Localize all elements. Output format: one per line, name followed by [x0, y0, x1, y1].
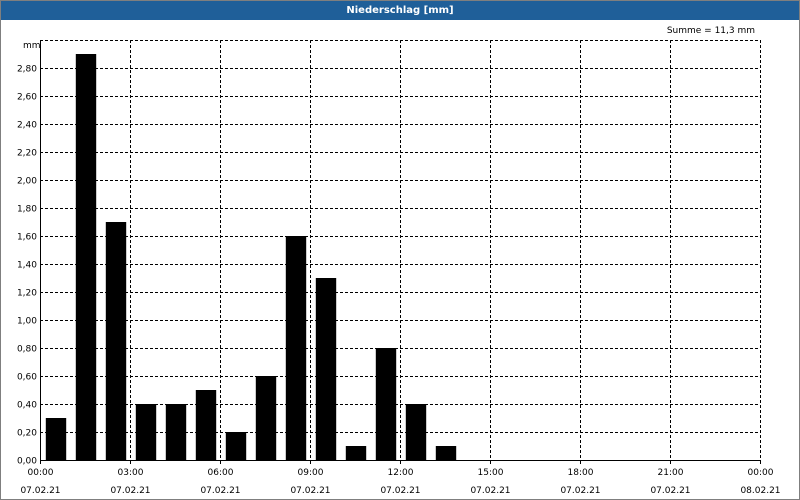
- x-tick-date-label: 07.02.21: [470, 486, 510, 496]
- x-tick-time-label: 00:00: [28, 468, 54, 478]
- precipitation-bar: [195, 390, 217, 460]
- precipitation-bar: [405, 404, 427, 460]
- x-tick-date-label: 07.02.21: [290, 486, 330, 496]
- y-tick-label: 1,00: [17, 317, 37, 327]
- y-tick-label: 2,40: [17, 121, 37, 131]
- precipitation-bar: [345, 446, 367, 460]
- precipitation-bar: [225, 432, 247, 460]
- x-tick-time-label: 09:00: [298, 468, 324, 478]
- y-axis-unit-label: mm: [23, 41, 41, 51]
- x-tick-time-label: 21:00: [658, 468, 684, 478]
- precipitation-bar: [165, 404, 187, 460]
- x-tick-date-label: 07.02.21: [650, 486, 690, 496]
- precipitation-bar: [105, 222, 127, 460]
- x-tick-date-label: 07.02.21: [20, 486, 60, 496]
- y-tick-label: 0,80: [17, 345, 37, 355]
- y-tick-label: 2,00: [17, 177, 37, 187]
- x-tick-time-label: 03:00: [118, 468, 144, 478]
- precipitation-bar: [45, 418, 67, 460]
- x-tick-time-label: 12:00: [388, 468, 414, 478]
- y-tick-label: 0,00: [17, 457, 37, 467]
- x-tick-date-label: 07.02.21: [380, 486, 420, 496]
- y-tick-label: 0,40: [17, 401, 37, 411]
- y-tick-label: 1,80: [17, 205, 37, 215]
- y-tick-label: 1,40: [17, 261, 37, 271]
- axis-layer: 0,00 0,20 0,40 0,60 0,80 1,00 1,20 1,40 1,60 1,80…: [17, 40, 781, 496]
- x-tick-date-label: 07.02.21: [200, 486, 240, 496]
- precipitation-bar: [315, 278, 337, 460]
- x-tick-time-label: 15:00: [478, 468, 504, 478]
- precipitation-bar: [375, 348, 397, 460]
- y-tick-label: 2,60: [17, 93, 37, 103]
- precipitation-bar: [285, 236, 307, 460]
- y-tick-label: 2,20: [17, 149, 37, 159]
- precipitation-bar: [135, 404, 157, 460]
- x-tick-date-label: 08.02.21: [740, 486, 780, 496]
- x-tick-time-label: 00:00: [748, 468, 774, 478]
- precipitation-bar: [75, 54, 97, 460]
- y-tick-label: 1,60: [17, 233, 37, 243]
- y-tick-label: 1,20: [17, 289, 37, 299]
- y-tick-label: 0,20: [17, 429, 37, 439]
- x-tick-date-label: 07.02.21: [560, 486, 600, 496]
- y-tick-label: 0,60: [17, 373, 37, 383]
- summary-label: Summe = 11,3 mm: [667, 26, 755, 36]
- precipitation-bar: [435, 446, 457, 460]
- x-tick-time-label: 18:00: [568, 468, 594, 478]
- x-tick-date-label: 07.02.21: [110, 486, 150, 496]
- y-tick-label: 2,80: [17, 65, 37, 75]
- grid-layer: [40, 40, 761, 460]
- bar-layer: [45, 54, 457, 460]
- chart-canvas: 0,00 0,20 0,40 0,60 0,80 1,00 1,20 1,40 1,60 1,80…: [17, 26, 781, 496]
- x-tick-time-label: 06:00: [208, 468, 234, 478]
- precipitation-bar: [255, 376, 277, 460]
